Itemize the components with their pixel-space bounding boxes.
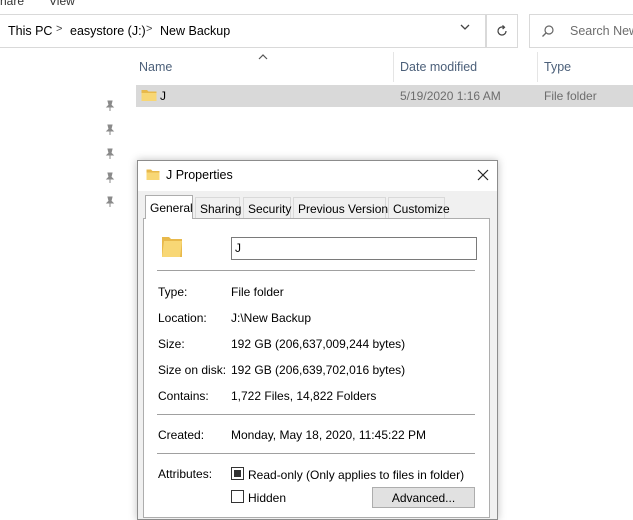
size-on-disk-label: Size on disk: <box>158 363 227 377</box>
column-header-name[interactable]: Name <box>139 60 172 74</box>
ribbon-view-tab[interactable]: View <box>49 0 75 8</box>
created-label: Created: <box>158 428 205 442</box>
pin-icon[interactable] <box>104 172 116 184</box>
folder-icon <box>146 168 160 184</box>
location-label: Location: <box>158 311 207 325</box>
read-only-label[interactable]: Read-only (Only applies to files in fold… <box>248 468 464 482</box>
folder-icon <box>141 88 157 105</box>
folder-icon <box>160 233 184 262</box>
column-header-type[interactable]: Type <box>544 60 571 74</box>
pin-icon[interactable] <box>104 196 116 208</box>
separator <box>157 414 475 415</box>
column-divider[interactable] <box>393 52 394 82</box>
separator <box>157 270 475 271</box>
file-date-modified: 5/19/2020 1:16 AM <box>400 89 501 103</box>
separator <box>157 453 475 454</box>
sort-ascending-icon <box>258 50 268 60</box>
address-dropdown-icon[interactable] <box>459 22 471 35</box>
dialog-title: J Properties <box>166 168 233 182</box>
advanced-button[interactable]: Advanced... <box>372 487 475 508</box>
breadcrumb-separator-icon[interactable]: > <box>56 23 62 35</box>
close-icon[interactable] <box>470 162 496 188</box>
pin-icon[interactable] <box>104 124 116 136</box>
folder-name-input[interactable]: J <box>231 237 477 260</box>
tab-sharing[interactable]: Sharing <box>195 197 241 218</box>
column-header-date-modified[interactable]: Date modified <box>400 60 477 74</box>
size-value: 192 GB (206,637,009,244 bytes) <box>231 337 406 351</box>
read-only-checkbox[interactable] <box>231 467 244 480</box>
column-divider[interactable] <box>537 52 538 82</box>
breadcrumb-drive[interactable]: easystore (J:) <box>70 24 146 38</box>
tab-previous-versions[interactable]: Previous Versions <box>293 197 394 218</box>
pin-icon[interactable] <box>104 148 116 160</box>
search-input[interactable]: Search New <box>570 24 633 38</box>
tab-security[interactable]: Security <box>243 197 291 218</box>
breadcrumb-current-folder[interactable]: New Backup <box>160 24 230 38</box>
hidden-checkbox[interactable] <box>231 490 244 503</box>
contains-value: 1,722 Files, 14,822 Folders <box>231 389 377 403</box>
pin-icon[interactable] <box>104 100 116 112</box>
contains-label: Contains: <box>158 389 209 403</box>
attributes-label: Attributes: <box>158 467 213 481</box>
type-label: Type: <box>158 285 188 299</box>
breadcrumb-separator-icon[interactable]: > <box>146 23 152 35</box>
refresh-icon <box>497 25 507 36</box>
refresh-button[interactable] <box>486 14 518 48</box>
file-type: File folder <box>544 89 597 103</box>
created-value: Monday, May 18, 2020, 11:45:22 PM <box>231 428 427 442</box>
tab-customize[interactable]: Customize <box>388 197 450 218</box>
location-value: J:\New Backup <box>231 311 312 325</box>
indeterminate-mark <box>234 470 241 477</box>
type-value: File folder <box>231 285 284 299</box>
ribbon-share-tab[interactable]: hare <box>0 0 24 8</box>
size-on-disk-value: 192 GB (206,639,702,016 bytes) <box>231 363 406 377</box>
tab-general[interactable]: General <box>145 195 193 219</box>
breadcrumb-this-pc[interactable]: This PC <box>8 24 52 38</box>
hidden-label[interactable]: Hidden <box>248 491 286 505</box>
search-icon <box>541 24 555 41</box>
file-name[interactable]: J <box>160 89 166 103</box>
size-label: Size: <box>158 337 185 351</box>
